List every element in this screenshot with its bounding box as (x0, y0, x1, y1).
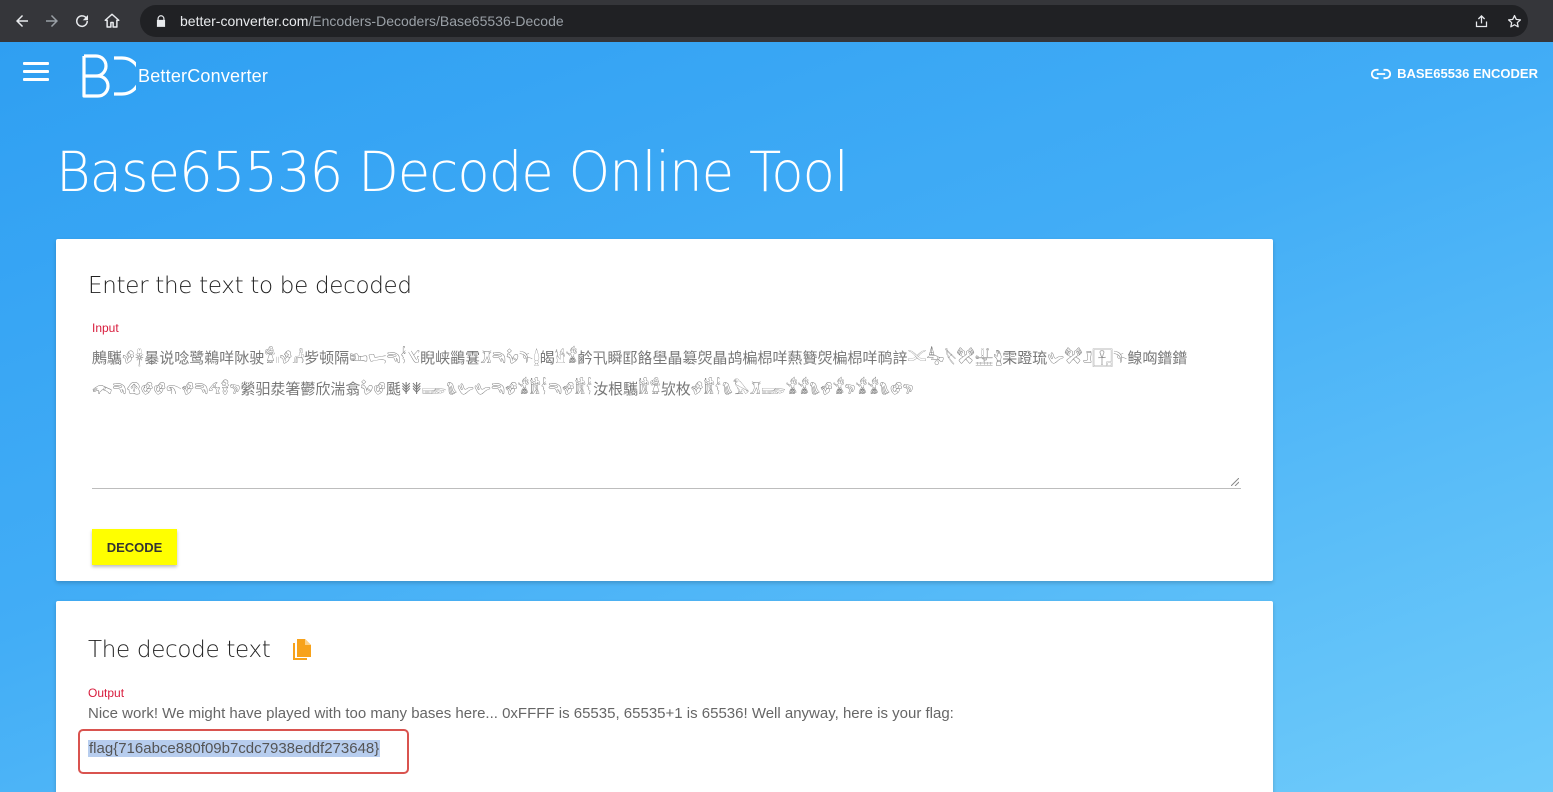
copy-icon[interactable] (292, 639, 312, 661)
star-icon[interactable] (1507, 14, 1522, 29)
browser-toolbar: better-converter.com/Encoders-Decoders/B… (0, 0, 1553, 42)
encoder-link[interactable]: BASE65536 ENCODER (1371, 66, 1538, 81)
flag-text[interactable]: flag{716abce880f09b7cdc7938eddf273648} (88, 740, 381, 757)
output-text: Nice work! We might have played with too… (88, 705, 954, 722)
decode-button[interactable]: DECODE (92, 529, 177, 565)
url-path: /Encoders-Decoders/Base65536-Decode (308, 13, 564, 29)
page-background: BetterConverter BASE65536 ENCODER Base65… (0, 42, 1553, 792)
input-textarea[interactable]: 鶊驨𔐅𓋈曓说唸鹭鵜咩阥驶𔐁𓏻𔐅𓀻㱔顿隔𔐨𔐪𔑔𔐔𔐥睨峡鶅䨢𔑙𔑔𔐢𔑖𓐬㿣𓀳𔐃鹶卂瞬邼… (92, 343, 1241, 489)
back-icon[interactable] (8, 7, 36, 35)
resize-handle-icon[interactable] (1231, 478, 1239, 486)
share-icon[interactable] (1474, 14, 1489, 29)
encoder-link-label: BASE65536 ENCODER (1397, 66, 1538, 81)
page-title: Base65536 Decode Online Tool (56, 140, 849, 204)
output-card-title: The decode text (88, 637, 271, 663)
forward-icon[interactable] (38, 7, 66, 35)
link-icon (1371, 68, 1392, 79)
lock-icon[interactable] (154, 14, 168, 28)
reload-icon[interactable] (68, 7, 96, 35)
input-card: Enter the text to be decoded Input 鶊驨𔐅𓋈曓… (56, 239, 1273, 581)
menu-icon[interactable] (23, 62, 49, 82)
output-label: Output (88, 686, 125, 700)
address-bar[interactable]: better-converter.com/Encoders-Decoders/B… (140, 5, 1528, 37)
logo[interactable]: BetterConverter (80, 54, 268, 98)
home-icon[interactable] (98, 7, 126, 35)
url-host: better-converter.com (180, 13, 309, 29)
logo-mark-icon (82, 54, 136, 98)
input-card-title: Enter the text to be decoded (88, 273, 412, 299)
output-card: The decode text Output Nice work! We mig… (56, 601, 1273, 792)
top-navbar: BetterConverter BASE65536 ENCODER (0, 42, 1553, 106)
input-text: 鶊驨𔐅𓋈曓说唸鹭鵜咩阥驶𔐁𓏻𔐅𓀻㱔顿隔𔐨𔐪𔑔𔐔𔐥睨峡鶅䨢𔑙𔑔𔐢𔑖𓐬㿣𓀳𔐃鹶卂瞬邼… (92, 349, 1188, 398)
brand-name: BetterConverter (138, 65, 269, 86)
input-label: Input (92, 321, 119, 335)
